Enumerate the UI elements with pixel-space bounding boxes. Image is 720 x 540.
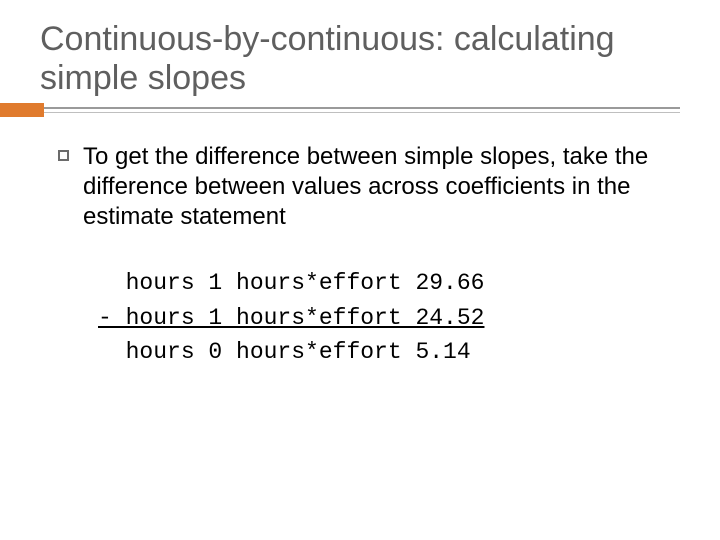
code-line-1: hours 1 hours*effort 29.66	[98, 270, 484, 296]
slide: Continuous-by-continuous: calculating si…	[0, 0, 720, 540]
square-bullet-icon	[58, 150, 69, 161]
code-line-2: - hours 1 hours*effort 24.52	[98, 305, 484, 331]
rule-line-bottom	[0, 112, 680, 113]
bullet-item: To get the difference between simple slo…	[58, 142, 680, 232]
slide-title: Continuous-by-continuous: calculating si…	[40, 20, 680, 98]
rule-line-top	[0, 107, 680, 109]
code-line-3: hours 0 hours*effort 5.14	[98, 339, 471, 365]
accent-block	[0, 103, 44, 117]
title-rule	[0, 104, 680, 112]
slide-body: To get the difference between simple slo…	[40, 142, 680, 370]
bullet-text: To get the difference between simple slo…	[83, 142, 680, 232]
code-block: hours 1 hours*effort 29.66 - hours 1 hou…	[98, 266, 680, 370]
